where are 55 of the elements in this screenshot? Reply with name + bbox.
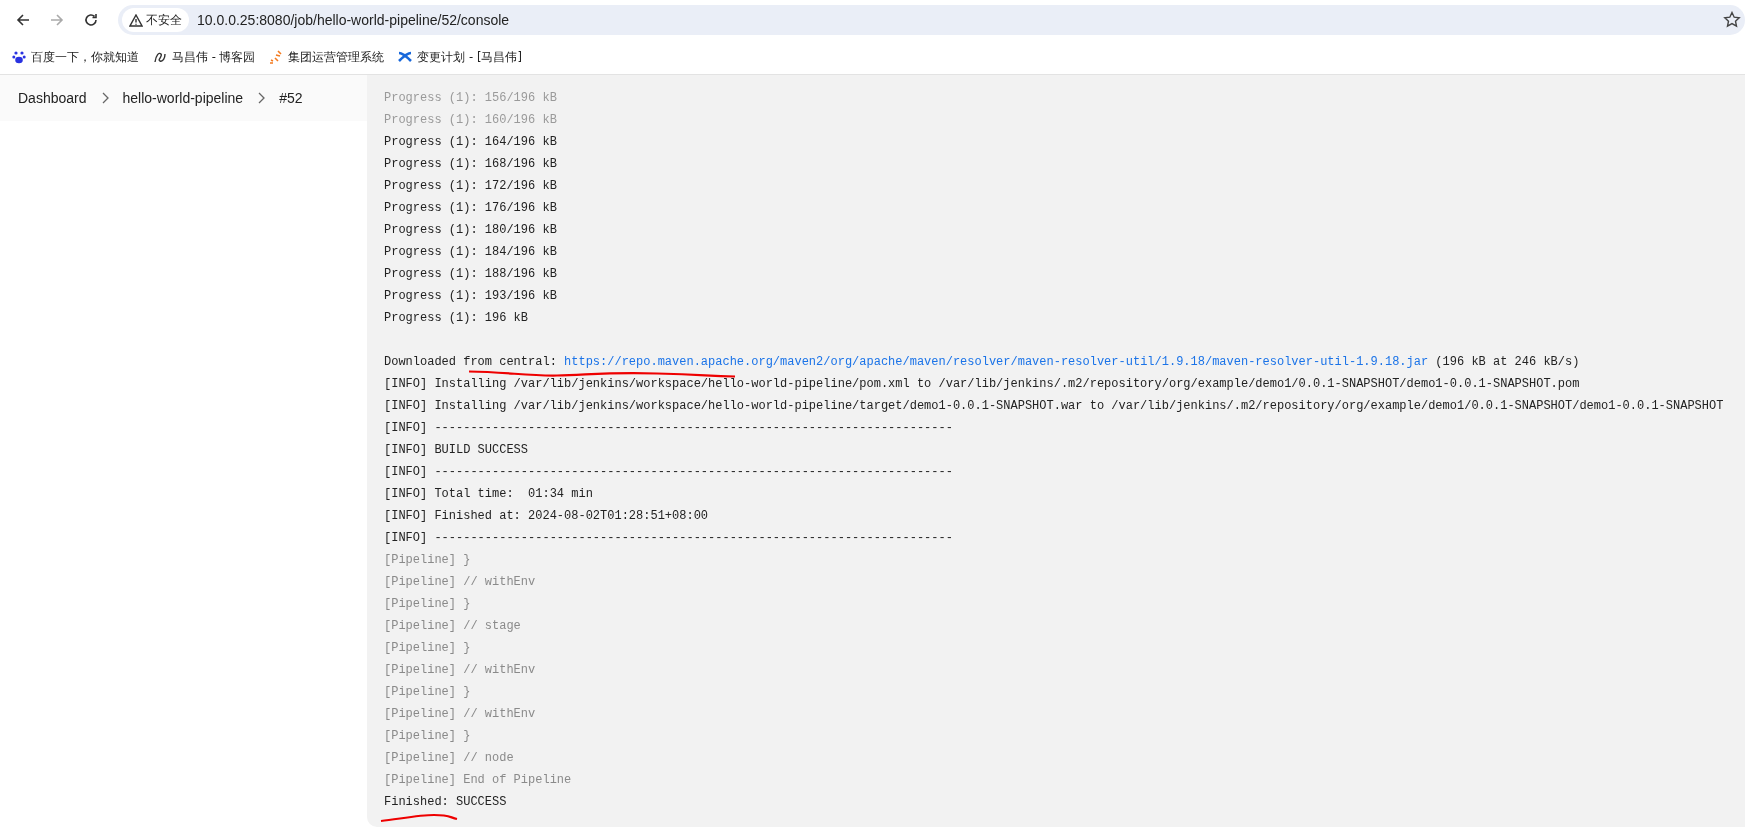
address-bar[interactable]: 不安全 10.0.0.25:8080/job/hello-world-pipeline/52/console [118, 5, 1745, 35]
console-line: [INFO] ------------------------------------------------------------------------ [384, 465, 953, 479]
console-line: [Pipeline] // node [384, 751, 514, 765]
paw-icon [12, 50, 26, 64]
console-line: [INFO] BUILD SUCCESS [384, 443, 529, 457]
console-line: Progress (1): 184/196 kB [384, 245, 557, 259]
spark-icon [269, 50, 284, 64]
security-chip[interactable]: 不安全 [122, 8, 189, 32]
warning-icon [129, 13, 143, 27]
console-line: [Pipeline] } [384, 553, 471, 567]
console-line: Progress (1): 172/196 kB [384, 179, 557, 193]
bookmark-link[interactable]: 百度一下，你就知道 [12, 49, 139, 65]
console-line: [Pipeline] } [384, 597, 471, 611]
console-line: Progress (1): 188/196 kB [384, 267, 557, 281]
bookmark-link[interactable]: 变更计划 - [马昌伟] [398, 49, 522, 65]
console-line: [Pipeline] End of Pipeline [384, 773, 572, 787]
bookmark-link[interactable]: 集团运营管理系统 [269, 49, 385, 65]
chevron-icon [257, 92, 266, 104]
console-line: [INFO] Total time: 01:34 min [384, 487, 593, 501]
reload-icon [83, 12, 99, 28]
console-line: [INFO] Finished at: 2024-08-02T01:28:51+08:00 [384, 509, 709, 523]
url-text: 10.0.0.25:8080/job/hello-world-pipeline/52/console [197, 12, 510, 28]
console-line: Progress (1): 164/196 kB [384, 135, 557, 149]
console-line: Progress (1): 193/196 kB [384, 289, 557, 303]
console-line: [Pipeline] } [384, 641, 471, 655]
back-arrow-icon [15, 12, 31, 28]
console-line: Progress (1): 196 kB [384, 311, 529, 325]
console-line: [Pipeline] // withEnv [384, 707, 536, 721]
console-line: [INFO] ------------------------------------------------------------------------ [384, 531, 953, 545]
download-link[interactable]: https://repo.maven.apache.org/maven2/org/apache/maven/resolver/maven-resolver-util/1.9.18/maven-resolver-util-1.9.18.jar [564, 355, 1429, 369]
bookmark-star-icon[interactable] [1723, 11, 1741, 29]
console-line: Downloaded from central: https://repo.maven.apache.org/maven2/org/apache/maven/resolver/maven-resolver-util/1.9.18/maven-resolver-util-1.9.18.jar (196 kB at 246 kB/s) [384, 355, 1580, 369]
console-line: Progress (1): 180/196 kB [384, 223, 557, 237]
console-line: [Pipeline] } [384, 685, 471, 699]
console-line: [Pipeline] } [384, 729, 471, 743]
console-line: Finished: SUCCESS [384, 795, 507, 809]
security-label: 不安全 [146, 11, 182, 29]
console-line: Progress (1): 176/196 kB [384, 201, 557, 215]
chevron-icon [100, 92, 109, 104]
console-line: Progress (1): 156/196 kB [384, 91, 557, 105]
swirl-icon [153, 50, 167, 64]
breadcrumb-link[interactable]: hello-world-pipeline [122, 90, 244, 106]
breadcrumb-link[interactable]: Dashboard [18, 90, 87, 106]
console-line: [INFO] ------------------------------------------------------------------------ [384, 421, 953, 435]
cross-icon [398, 50, 413, 64]
forward-arrow-icon [49, 12, 65, 28]
breadcrumb-link[interactable]: #52 [279, 90, 303, 106]
console-line: Progress (1): 168/196 kB [384, 157, 557, 171]
bookmark-link[interactable]: 马昌伟 - 博客园 [153, 49, 256, 65]
console-line: [INFO] Installing /var/lib/jenkins/workspace/hello-world-pipeline/target/demo1-0.0.1-SNAPSHOT.war to /var/lib/jenkins/.m2/repository/org/example/demo1/0.0.1-SNAPSHOT/demo1-0.0.1-SNAPSHOT [384, 399, 1724, 413]
console-line: [Pipeline] // stage [384, 619, 521, 633]
console-line: Progress (1): 160/196 kB [384, 113, 557, 127]
console-line: [INFO] Installing /var/lib/jenkins/workspace/hello-world-pipeline/pom.xml to /var/lib/jenkins/.m2/repository/org/example/demo1/0.0.1-SNAPSHOT/demo1-0.0.1-SNAPSHOT.pom [384, 377, 1580, 391]
console-line: [Pipeline] // withEnv [384, 575, 536, 589]
console-line: [Pipeline] // withEnv [384, 663, 536, 677]
